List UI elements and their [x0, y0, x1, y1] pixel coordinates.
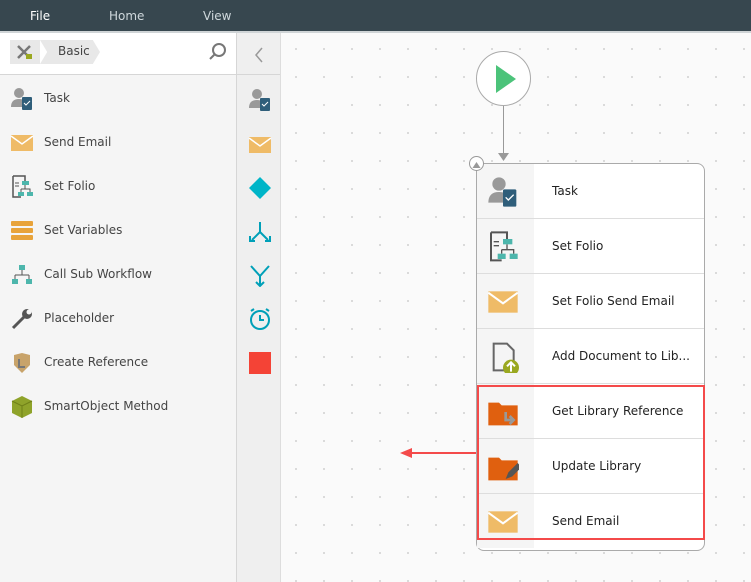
reference-icon [14, 353, 30, 373]
split-icon[interactable] [248, 220, 272, 244]
step-row[interactable]: Set Folio [477, 219, 704, 274]
play-icon [496, 65, 516, 93]
email-icon[interactable] [248, 133, 272, 157]
step-row[interactable]: Add Document to Lib... [477, 329, 704, 384]
tools-icon[interactable] [10, 40, 40, 64]
start-node[interactable] [476, 51, 531, 106]
triangle-up-icon [472, 162, 481, 168]
email-icon [487, 291, 519, 313]
task-icon [488, 177, 517, 207]
search-icon[interactable] [208, 42, 228, 62]
menu-file[interactable]: File [30, 9, 50, 23]
menu-home[interactable]: Home [109, 9, 144, 23]
breadcrumb[interactable]: Basic [40, 40, 100, 64]
folio-icon [490, 231, 518, 262]
connector-line [503, 106, 504, 156]
stop-icon[interactable] [248, 351, 272, 375]
merge-icon[interactable] [248, 263, 272, 287]
smartobject-icon [11, 396, 33, 418]
email-icon [10, 135, 34, 151]
toolbox-item[interactable]: Task [0, 79, 236, 119]
step-row[interactable]: Task [477, 164, 704, 219]
task-icon [11, 88, 32, 110]
highlight-box [477, 385, 705, 540]
collapse-button[interactable] [469, 156, 484, 171]
menu-view[interactable]: View [203, 9, 231, 23]
decision-icon[interactable] [248, 176, 272, 200]
toolbox-item[interactable]: Set Folio [0, 167, 236, 207]
arrow-down-icon [498, 153, 509, 161]
timer-icon[interactable] [248, 307, 272, 331]
folio-icon [12, 175, 33, 198]
wrench-icon [11, 309, 32, 330]
chevron-left-icon[interactable] [253, 46, 265, 64]
toolbox-item[interactable]: Set Variables [0, 211, 236, 251]
task-icon[interactable] [248, 88, 272, 112]
menu-bar: File Home View [0, 0, 751, 33]
toolbox-item[interactable]: Create Reference [0, 343, 236, 383]
sub-workflow-icon [12, 265, 32, 284]
document-upload-icon [492, 342, 519, 373]
step-row[interactable]: Set Folio Send Email [477, 274, 704, 329]
toolbox-item[interactable]: SmartObject Method [0, 387, 236, 427]
toolbox-item[interactable]: Send Email [0, 123, 236, 163]
annotation-arrow [400, 448, 476, 458]
toolbox-item[interactable]: Call Sub Workflow [0, 255, 236, 295]
toolbox-item[interactable]: Placeholder [0, 299, 236, 339]
variables-icon [11, 221, 33, 240]
